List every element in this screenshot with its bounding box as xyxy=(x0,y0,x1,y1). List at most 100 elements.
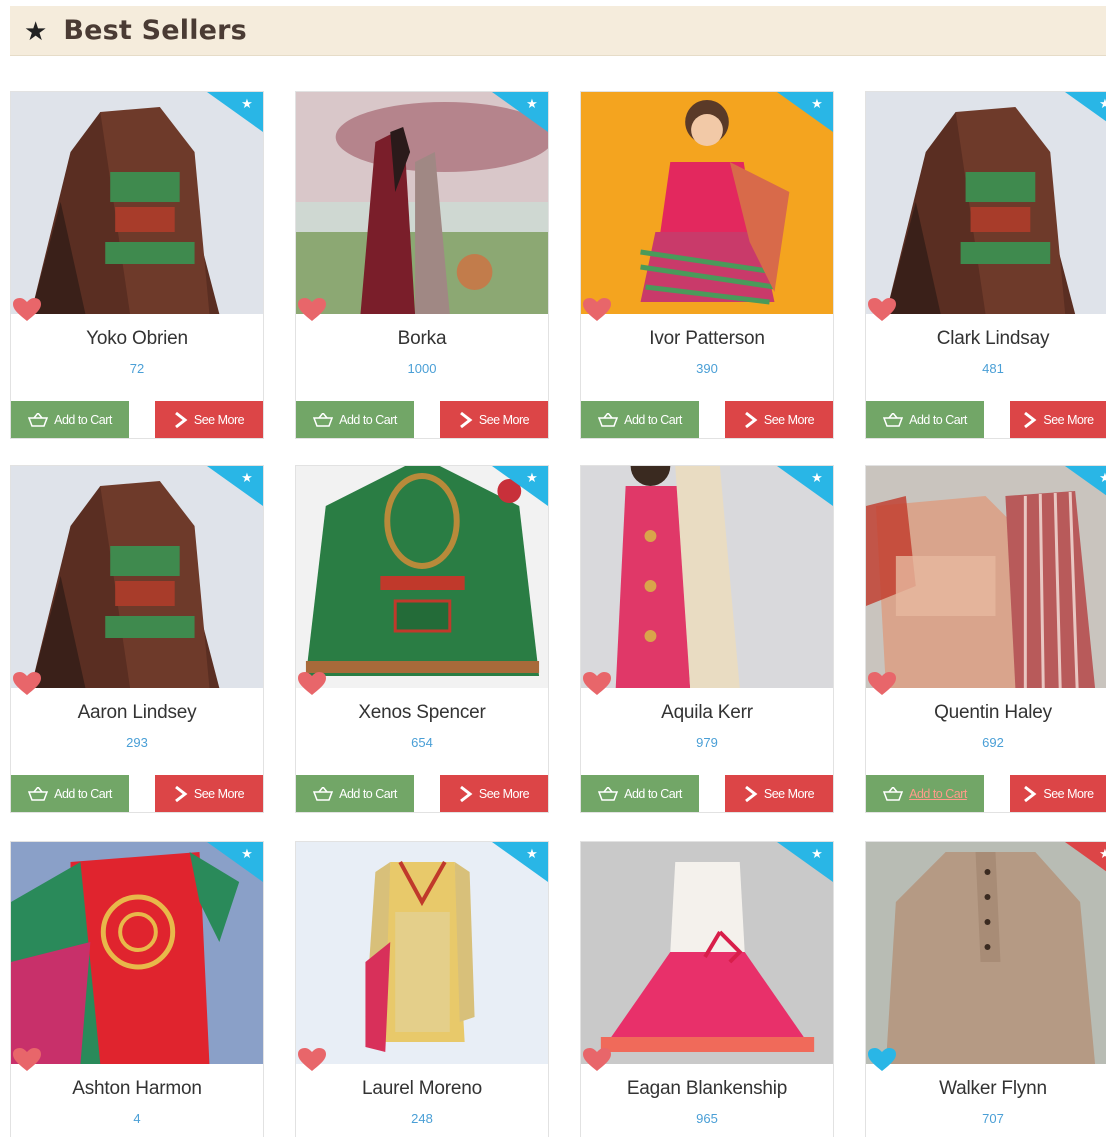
see-more-button[interactable]: See More xyxy=(725,775,833,812)
svg-text:★: ★ xyxy=(241,96,253,111)
see-more-button[interactable]: See More xyxy=(1010,775,1106,812)
product-name[interactable]: Aquila Kerr xyxy=(581,702,833,724)
see-more-label: See More xyxy=(193,413,245,427)
product-card[interactable]: ★ Aaron Lindsey 293 Add to Cart See More xyxy=(10,465,264,813)
add-to-cart-button[interactable]: Add to Cart xyxy=(11,401,129,438)
add-to-cart-button[interactable]: Add to Cart xyxy=(866,775,984,812)
featured-ribbon-icon: ★ xyxy=(1065,842,1106,882)
product-name[interactable]: Aaron Lindsey xyxy=(11,702,263,724)
see-more-button[interactable]: See More xyxy=(155,401,263,438)
add-to-cart-button[interactable]: Add to Cart xyxy=(581,401,699,438)
wishlist-heart-icon[interactable] xyxy=(13,1048,41,1072)
featured-ribbon-icon: ★ xyxy=(777,466,833,506)
chevron-right-icon xyxy=(744,785,758,803)
wishlist-heart-icon[interactable] xyxy=(583,672,611,696)
add-to-cart-button[interactable]: Add to Cart xyxy=(11,775,129,812)
see-more-button[interactable]: See More xyxy=(725,401,833,438)
product-price: 654 xyxy=(411,735,433,750)
product-card[interactable]: ★ Walker Flynn 707 xyxy=(865,841,1106,1137)
section-header: ★ Best Sellers xyxy=(10,6,1106,56)
product-price: 979 xyxy=(696,735,718,750)
add-to-cart-label: Add to Cart xyxy=(624,787,682,801)
add-to-cart-label: Add to Cart xyxy=(339,413,397,427)
wishlist-heart-icon[interactable] xyxy=(583,1048,611,1072)
svg-text:★: ★ xyxy=(241,846,253,861)
featured-ribbon-icon: ★ xyxy=(207,92,263,132)
wishlist-heart-icon[interactable] xyxy=(583,298,611,322)
product-price: 707 xyxy=(982,1111,1004,1126)
featured-ribbon-icon: ★ xyxy=(1065,92,1106,132)
add-to-cart-button[interactable]: Add to Cart xyxy=(866,401,984,438)
product-card[interactable]: ★ Quentin Haley 692 Add to Cart See More xyxy=(865,465,1106,813)
svg-text:★: ★ xyxy=(1099,846,1106,861)
product-card[interactable]: ★ Ashton Harmon 4 xyxy=(10,841,264,1137)
see-more-label: See More xyxy=(193,787,245,801)
product-price: 390 xyxy=(696,361,718,376)
svg-text:★: ★ xyxy=(811,470,823,485)
featured-ribbon-icon: ★ xyxy=(1065,466,1106,506)
product-name[interactable]: Quentin Haley xyxy=(866,702,1106,724)
product-name[interactable]: Ivor Patterson xyxy=(581,328,833,350)
add-to-cart-button[interactable]: Add to Cart xyxy=(581,775,699,812)
chevron-right-icon xyxy=(1024,411,1037,429)
featured-ribbon-icon: ★ xyxy=(492,466,548,506)
wishlist-heart-icon[interactable] xyxy=(13,298,41,322)
product-card[interactable]: ★ Aquila Kerr 979 Add to Cart See More xyxy=(580,465,834,813)
add-to-cart-button[interactable]: Add to Cart xyxy=(296,401,414,438)
see-more-label: See More xyxy=(763,787,815,801)
chevron-right-icon xyxy=(744,411,758,429)
basket-icon xyxy=(883,787,904,801)
product-card[interactable]: ★ Borka 1000 Add to Cart See More xyxy=(295,91,549,439)
product-card[interactable]: ★ Xenos Spencer 654 Add to Cart See More xyxy=(295,465,549,813)
wishlist-heart-icon[interactable] xyxy=(868,298,896,322)
featured-ribbon-icon: ★ xyxy=(777,842,833,882)
product-price: 1000 xyxy=(407,361,437,376)
chevron-right-icon xyxy=(1024,785,1037,803)
basket-icon xyxy=(28,787,49,801)
basket-icon xyxy=(313,787,334,801)
see-more-label: See More xyxy=(478,787,530,801)
wishlist-heart-icon[interactable] xyxy=(298,672,326,696)
featured-ribbon-icon: ★ xyxy=(207,842,263,882)
product-card[interactable]: ★ Ivor Patterson 390 Add to Cart See Mor… xyxy=(580,91,834,439)
product-card[interactable]: ★ Clark Lindsay 481 Add to Cart See More xyxy=(865,91,1106,439)
product-price: 248 xyxy=(411,1111,433,1126)
product-name[interactable]: Xenos Spencer xyxy=(296,702,548,724)
add-to-cart-button[interactable]: Add to Cart xyxy=(296,775,414,812)
product-name[interactable]: Laurel Moreno xyxy=(296,1078,548,1100)
basket-icon xyxy=(883,413,904,427)
chevron-right-icon xyxy=(174,785,188,803)
basket-icon xyxy=(28,413,49,427)
product-name[interactable]: Yoko Obrien xyxy=(11,328,263,350)
wishlist-heart-icon[interactable] xyxy=(298,298,326,322)
see-more-button[interactable]: See More xyxy=(1010,401,1106,438)
product-name[interactable]: Clark Lindsay xyxy=(866,328,1106,350)
product-name[interactable]: Eagan Blankenship xyxy=(581,1078,833,1100)
see-more-label: See More xyxy=(763,413,815,427)
star-icon: ★ xyxy=(24,15,48,46)
product-card[interactable]: ★ Eagan Blankenship 965 xyxy=(580,841,834,1137)
product-name[interactable]: Ashton Harmon xyxy=(11,1078,263,1100)
see-more-button[interactable]: See More xyxy=(440,775,548,812)
product-card[interactable]: ★ Laurel Moreno 248 xyxy=(295,841,549,1137)
product-price: 293 xyxy=(126,735,148,750)
product-card[interactable]: ★ Yoko Obrien 72 Add to Cart See More xyxy=(10,91,264,439)
product-name[interactable]: Walker Flynn xyxy=(866,1078,1106,1100)
svg-text:★: ★ xyxy=(526,846,538,861)
add-to-cart-label: Add to Cart xyxy=(624,413,682,427)
svg-text:★: ★ xyxy=(526,96,538,111)
see-more-button[interactable]: See More xyxy=(155,775,263,812)
see-more-button[interactable]: See More xyxy=(440,401,548,438)
wishlist-heart-icon[interactable] xyxy=(868,672,896,696)
svg-text:★: ★ xyxy=(526,470,538,485)
chevron-right-icon xyxy=(459,785,473,803)
wishlist-heart-icon[interactable] xyxy=(868,1048,896,1072)
featured-ribbon-icon: ★ xyxy=(492,842,548,882)
wishlist-heart-icon[interactable] xyxy=(13,672,41,696)
basket-icon xyxy=(598,787,619,801)
svg-text:★: ★ xyxy=(1099,96,1106,111)
add-to-cart-label: Add to Cart xyxy=(54,787,112,801)
product-name[interactable]: Borka xyxy=(296,328,548,350)
wishlist-heart-icon[interactable] xyxy=(298,1048,326,1072)
chevron-right-icon xyxy=(459,411,473,429)
